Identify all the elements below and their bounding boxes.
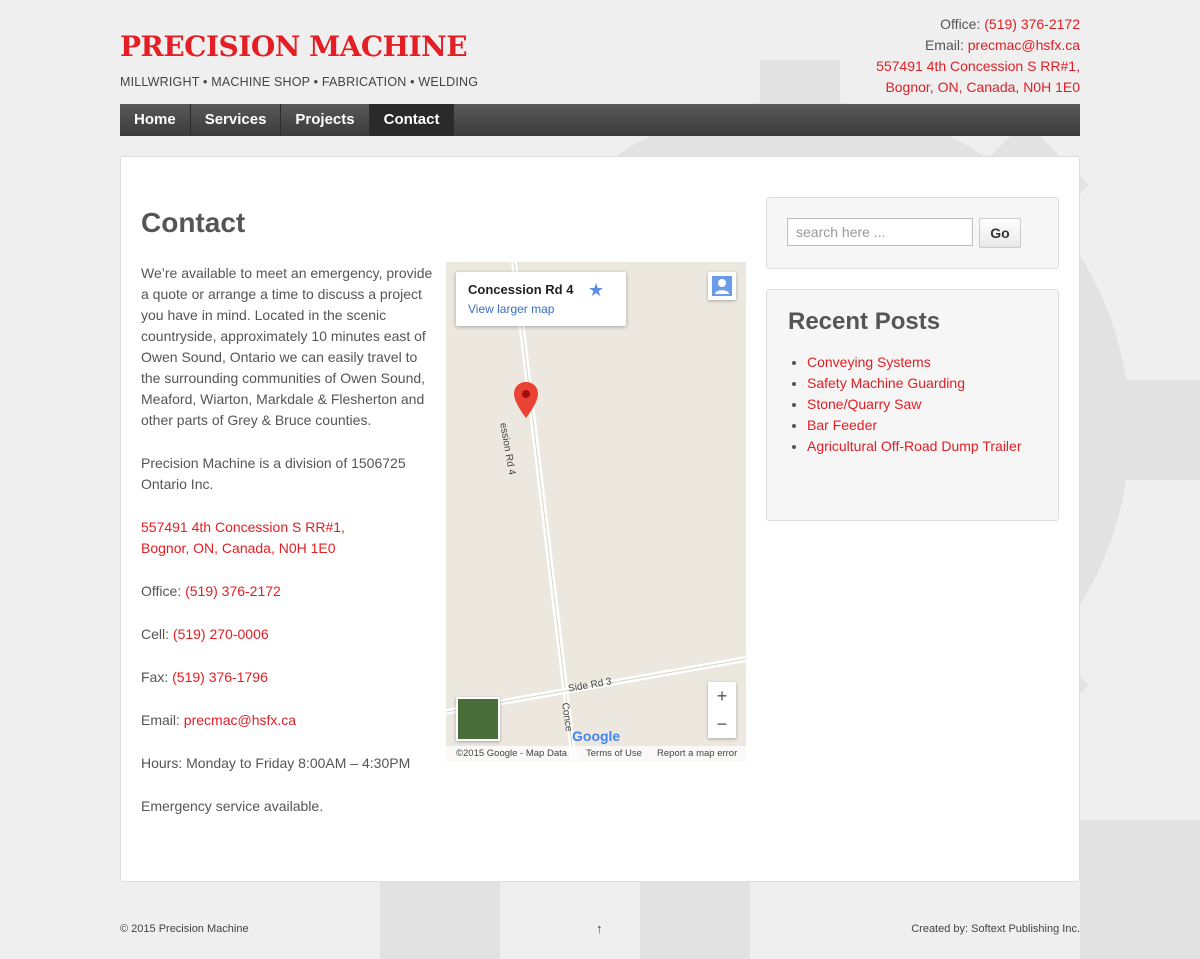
email-link[interactable]: precmac@hsfx.ca [184,712,296,728]
post-link-conveying[interactable]: Conveying Systems [807,354,931,370]
nav-contact[interactable]: Contact [369,104,455,136]
hours-paragraph: Hours: Monday to Friday 8:00AM – 4:30PM [141,755,411,771]
office-paragraph: Office: (519) 376-2172 [141,581,436,602]
nav-home[interactable]: Home [120,104,191,136]
map-terms-link[interactable]: Terms of Use [586,746,642,762]
header-email-link[interactable]: precmac@hsfx.ca [968,37,1080,53]
office-label: Office: [141,583,182,599]
post-link-dump-trailer[interactable]: Agricultural Off-Road Dump Trailer [807,438,1021,454]
google-logo: Google [572,728,621,744]
satellite-toggle[interactable] [456,697,500,741]
header-contact: Office: (519) 376-2172 Email: precmac@hs… [876,14,1080,98]
view-larger-map-link[interactable]: View larger map [468,302,554,316]
map-zoom-controls: + − [708,682,736,738]
recent-posts-title: Recent Posts [788,308,941,335]
footer-credit-link[interactable]: Softext Publishing Inc. [971,923,1080,935]
search-input[interactable] [787,218,973,246]
office-phone-link[interactable]: (519) 376-2172 [185,583,281,599]
main-panel: Contact We’re available to meet an emerg… [120,156,1080,882]
list-item: Agricultural Off-Road Dump Trailer [807,436,1037,457]
embedded-map[interactable]: ession Rd 4 Side Rd 3 Conce Concession R… [446,262,746,762]
nav-services[interactable]: Services [191,104,282,136]
post-link-saw[interactable]: Stone/Quarry Saw [807,396,921,412]
division-paragraph: Precision Machine is a division of 15067… [141,455,406,492]
zoom-in-button[interactable]: + [708,682,736,710]
nav-projects[interactable]: Projects [281,104,370,136]
map-footer: ©2015 Google - Map Data Terms of Use Rep… [446,746,746,762]
star-icon[interactable]: ★ [588,280,604,301]
address-paragraph: 557491 4th Concession S RR#1, Bognor, ON… [141,517,436,559]
email-label: Email: [141,712,180,728]
header-address-line2[interactable]: Bognor, ON, Canada, N0H 1E0 [885,79,1080,95]
cell-phone-link[interactable]: (519) 270-0006 [173,626,269,642]
header-office-phone[interactable]: (519) 376-2172 [984,16,1080,32]
header-address-line1[interactable]: 557491 4th Concession S RR#1, [876,58,1080,74]
fax-label: Fax: [141,669,169,685]
map-report-link[interactable]: Report a map error [657,746,737,762]
footer-copyright: © 2015 Precision Machine [120,923,249,935]
map-place-name: Concession Rd 4 [468,282,574,297]
map-place-card: Concession Rd 4 ★ View larger map [456,272,626,326]
search-widget: Go [766,197,1059,269]
cell-label: Cell: [141,626,170,642]
map-pin-icon[interactable] [514,382,538,418]
content-area: Contact We’re available to meet an emerg… [141,207,747,814]
recent-posts-widget: Recent Posts Conveying Systems Safety Ma… [766,289,1059,521]
search-go-button[interactable]: Go [979,218,1021,248]
email-paragraph: Email: precmac@hsfx.ca [141,710,436,731]
post-link-guarding[interactable]: Safety Machine Guarding [807,375,965,391]
site-tagline: MILLWRIGHT • MACHINE SHOP • FABRICATION … [120,75,479,89]
street-view-person-icon[interactable] [708,272,736,300]
fax-phone-link[interactable]: (519) 376-1796 [172,669,268,685]
fax-paragraph: Fax: (519) 376-1796 [141,667,436,688]
list-item: Bar Feeder [807,415,1037,436]
emergency-paragraph: Emergency service available. [141,798,324,814]
address-line2-link[interactable]: Bognor, ON, Canada, N0H 1E0 [141,540,336,556]
header-office-label: Office: [940,16,981,32]
back-to-top-arrow-icon[interactable]: ↑ [596,921,603,936]
list-item: Safety Machine Guarding [807,373,1037,394]
footer-credit-label: Created by: [911,923,969,935]
recent-posts-list: Conveying Systems Safety Machine Guardin… [787,352,1037,457]
map-data-text: ©2015 Google - Map Data [456,748,568,759]
main-nav: Home Services Projects Contact [120,104,1080,136]
address-line1-link[interactable]: 557491 4th Concession S RR#1, [141,519,345,535]
zoom-out-button[interactable]: − [708,710,736,738]
sidebar: Go Recent Posts Conveying Systems Safety… [766,197,1059,541]
footer-credit: Created by: Softext Publishing Inc. [911,923,1080,935]
list-item: Conveying Systems [807,352,1037,373]
post-link-bar-feeder[interactable]: Bar Feeder [807,417,877,433]
header-email-label: Email: [924,37,964,53]
site-logo[interactable]: PRECISION MACHINE [120,30,468,63]
intro-paragraph: We’re available to meet an emergency, pr… [141,265,433,428]
page-title: Contact [141,207,246,238]
cell-paragraph: Cell: (519) 270-0006 [141,624,436,645]
list-item: Stone/Quarry Saw [807,394,1037,415]
contact-text: We’re available to meet an emergency, pr… [141,263,436,839]
